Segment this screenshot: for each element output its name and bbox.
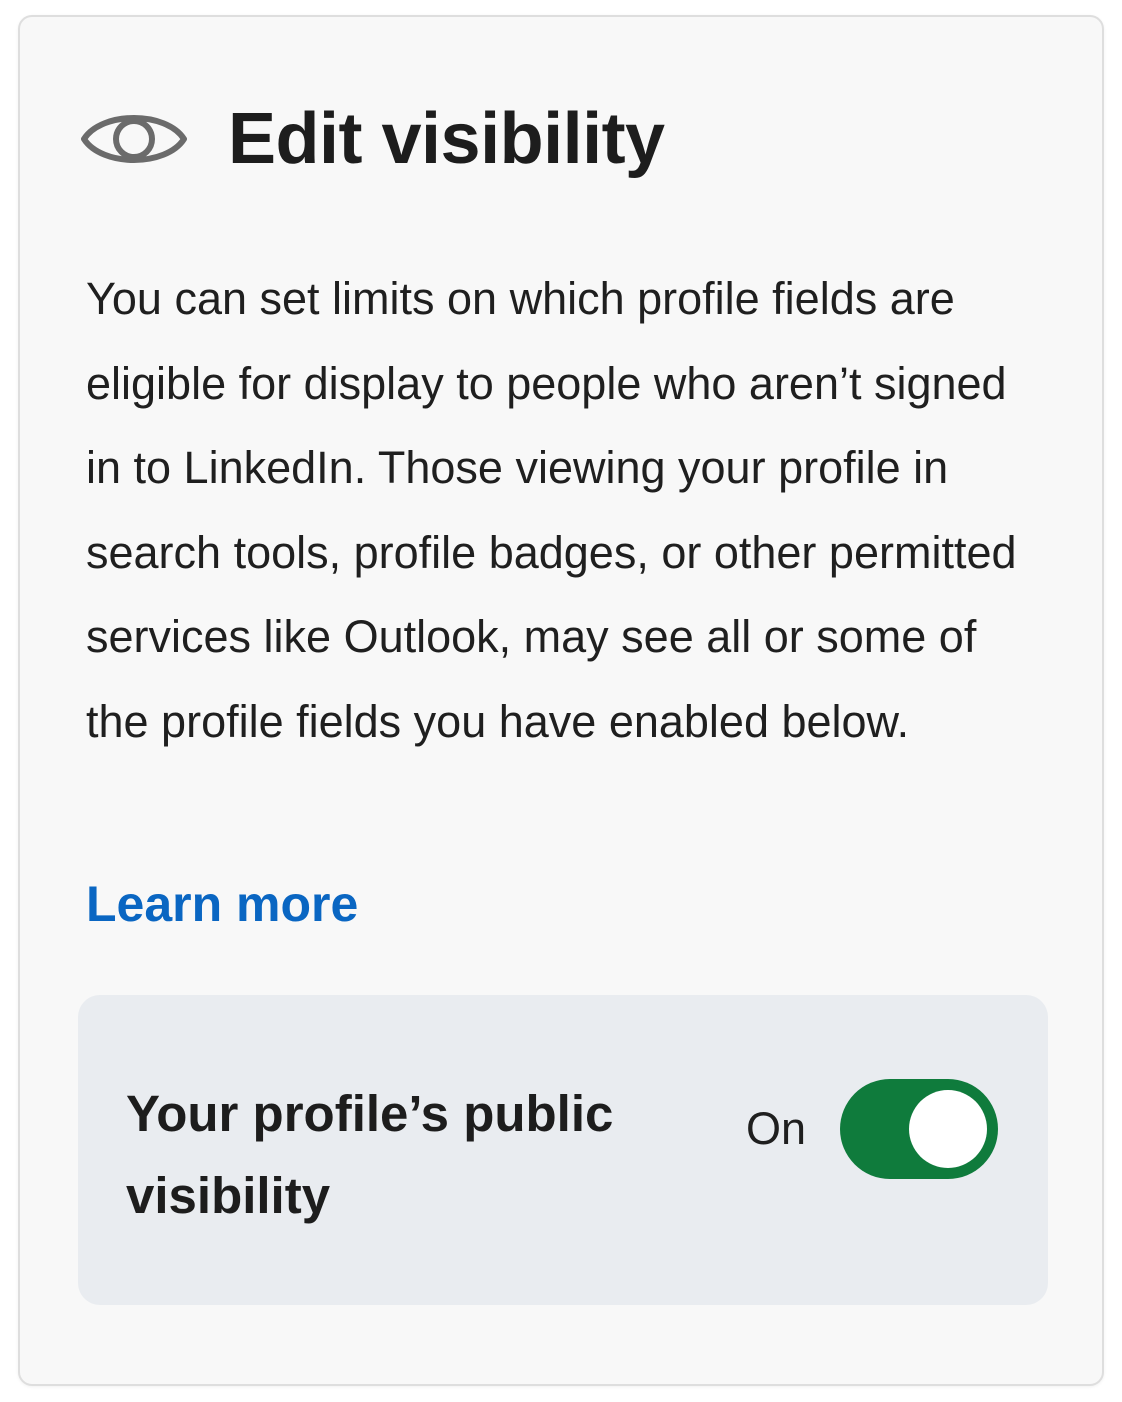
edit-visibility-card: Edit visibility You can set limits on wh… [18, 15, 1104, 1386]
public-visibility-label: Your profile’s public visibility [126, 1085, 614, 1224]
eye-icon [80, 103, 188, 175]
public-visibility-toggle[interactable] [840, 1079, 998, 1179]
toggle-state-label: On [746, 1103, 807, 1154]
card-header: Edit visibility [80, 97, 665, 181]
page-title: Edit visibility [228, 99, 665, 179]
toggle-knob [909, 1090, 987, 1168]
public-visibility-panel: Your profile’s public visibility On [78, 995, 1048, 1305]
learn-more-link[interactable]: Learn more [86, 875, 358, 933]
visibility-description: You can set limits on which profile fiel… [86, 273, 1017, 747]
